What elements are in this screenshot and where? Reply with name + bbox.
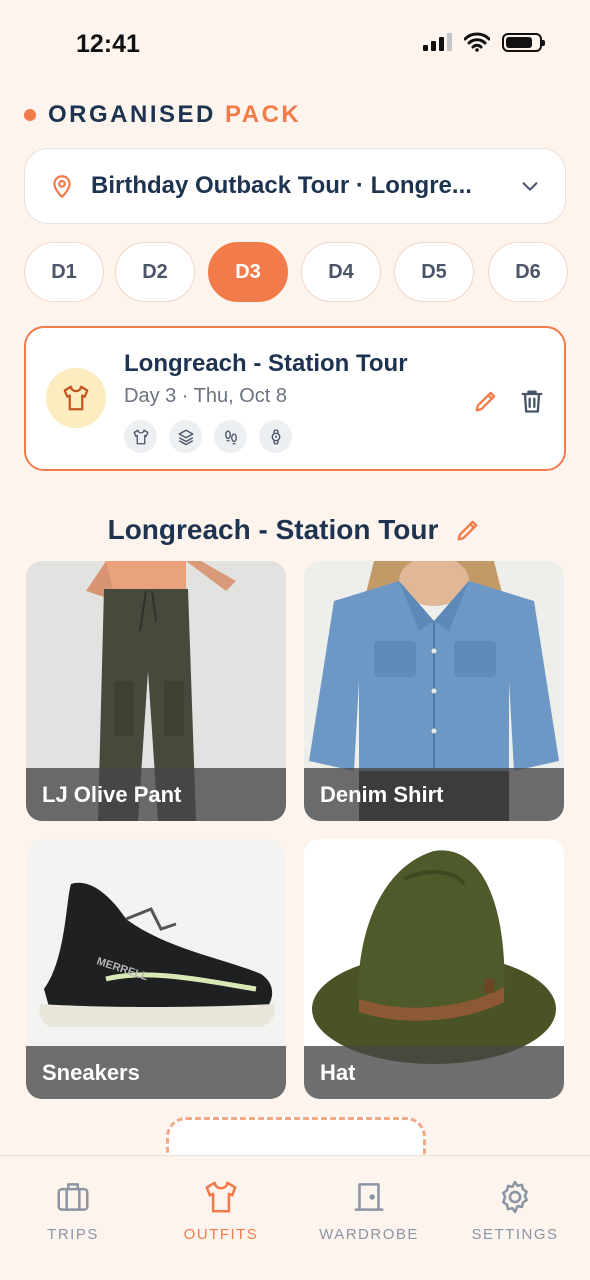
day-chip-d3[interactable]: D3 (208, 242, 288, 302)
shirt-tag-icon (124, 420, 157, 453)
tab-outfits[interactable]: OUTFITS (166, 1178, 276, 1243)
status-time: 12:41 (76, 30, 140, 58)
tab-outfits-label: OUTFITS (183, 1226, 259, 1243)
edit-title-button[interactable] (454, 516, 482, 544)
wifi-icon (464, 32, 490, 52)
day-chip-d2[interactable]: D2 (115, 242, 195, 302)
outfit-title: Longreach - Station Tour (124, 350, 408, 377)
bottom-tab-bar: TRIPS OUTFITS WARDROBE SETTINGS (0, 1155, 590, 1280)
item-label: Denim Shirt (304, 768, 564, 821)
tab-settings[interactable]: SETTINGS (460, 1178, 570, 1243)
day-selector: D1 D2 D3 D4 D5 D6 (24, 242, 590, 304)
section-title: Longreach - Station Tour (107, 514, 439, 545)
watch-tag-icon (259, 420, 292, 453)
brand-word-pack: PACK (225, 101, 302, 128)
tab-wardrobe-label: WARDROBE (319, 1226, 419, 1243)
battery-icon (502, 32, 545, 52)
brand-title: ORGANISED PACK (48, 101, 301, 129)
brand-dot (24, 109, 36, 121)
delete-outfit-button[interactable] (518, 387, 546, 415)
item-label: LJ Olive Pant (26, 768, 286, 821)
outfit-avatar (46, 368, 106, 428)
edit-outfit-button[interactable] (472, 387, 500, 415)
gear-icon (502, 1180, 528, 1214)
location-pin-icon (53, 175, 71, 198)
day-chip-d1[interactable]: D1 (24, 242, 104, 302)
tab-settings-label: SETTINGS (471, 1226, 559, 1243)
footprints-tag-icon (214, 420, 247, 453)
outfit-date: Day 3 · Thu, Oct 8 (124, 385, 288, 407)
item-label: Hat (304, 1046, 564, 1099)
day-chip-d4[interactable]: D4 (301, 242, 381, 302)
item-card-olive-pant[interactable]: LJ Olive Pant (26, 561, 286, 821)
item-card-sneakers[interactable]: MERRELL Sneakers (26, 839, 286, 1099)
suitcase-icon (57, 1183, 89, 1211)
day-chip-d6[interactable]: D6 (488, 242, 568, 302)
wardrobe-icon (354, 1183, 384, 1211)
trip-name: Birthday Outback Tour · Longre... (91, 172, 472, 199)
cellular-signal-icon (423, 33, 452, 51)
outfit-card[interactable]: Longreach - Station Tour Day 3 · Thu, Oc… (24, 326, 566, 471)
outfit-category-tags (124, 420, 292, 453)
tab-trips-label: TRIPS (47, 1226, 99, 1243)
layers-tag-icon (169, 420, 202, 453)
app-brand: ORGANISED PACK (24, 101, 301, 129)
day-chip-d5[interactable]: D5 (394, 242, 474, 302)
outfit-section-heading: Longreach - Station Tour (0, 514, 590, 546)
tab-wardrobe[interactable]: WARDROBE (314, 1178, 424, 1243)
brand-word-organised: ORGANISED (48, 101, 216, 128)
status-bar: 12:41 (0, 0, 590, 90)
trip-selector-dropdown[interactable]: Birthday Outback Tour · Longre... (24, 148, 566, 224)
item-card-denim-shirt[interactable]: Denim Shirt (304, 561, 564, 821)
status-icons (423, 32, 545, 52)
item-card-hat[interactable]: Hat (304, 839, 564, 1099)
item-label: Sneakers (26, 1046, 286, 1099)
shirt-icon (63, 385, 89, 411)
tab-trips[interactable]: TRIPS (18, 1178, 128, 1243)
chevron-down-icon (522, 182, 538, 191)
shirt-icon (205, 1181, 237, 1213)
